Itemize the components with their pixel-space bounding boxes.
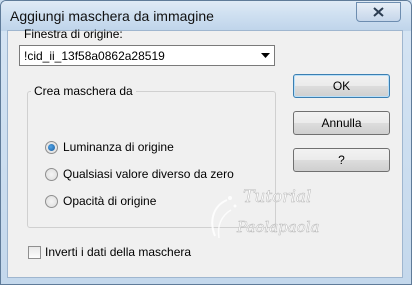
help-button[interactable]: ? bbox=[293, 148, 390, 172]
watermark-line1: Tutorial bbox=[243, 187, 312, 207]
radio-luminance[interactable]: Luminanza di origine bbox=[45, 140, 174, 154]
source-value: !cid_ii_13f58a0862a28519 bbox=[24, 49, 165, 63]
close-icon bbox=[373, 7, 384, 17]
mask-group-title: Crea maschera da bbox=[31, 84, 136, 98]
source-label: Finestra di origine: bbox=[24, 27, 123, 41]
invert-mask-label: Inverti i dati della maschera bbox=[45, 245, 192, 259]
radio-button[interactable] bbox=[45, 167, 58, 181]
watermark-line2: Paolapaola bbox=[236, 218, 319, 236]
watermark-logo: Tutorial Paolapaola bbox=[211, 187, 320, 239]
radio-luminance-label: Luminanza di origine bbox=[63, 140, 174, 154]
window-title: Aggiungi maschera da immagine bbox=[10, 8, 214, 24]
radio-button[interactable] bbox=[45, 194, 58, 208]
source-dropdown[interactable]: !cid_ii_13f58a0862a28519 bbox=[19, 45, 275, 66]
cancel-button[interactable]: Annulla bbox=[293, 111, 390, 135]
radio-opacity-label: Opacità di origine bbox=[63, 194, 157, 208]
close-button[interactable] bbox=[356, 2, 401, 22]
radio-opacity[interactable]: Opacità di origine bbox=[45, 194, 156, 208]
radio-button-selected[interactable] bbox=[45, 140, 58, 154]
ok-button[interactable]: OK bbox=[293, 74, 390, 98]
invert-mask-checkbox-row[interactable]: Inverti i dati della maschera bbox=[28, 245, 191, 259]
chevron-down-icon bbox=[261, 53, 270, 58]
invert-mask-checkbox[interactable] bbox=[28, 245, 41, 259]
